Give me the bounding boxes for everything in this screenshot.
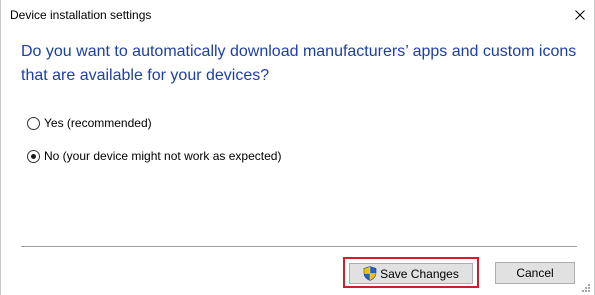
resize-grip-icon[interactable] (579, 284, 591, 293)
option-yes-label[interactable]: Yes (recommended) (44, 116, 152, 130)
question-line-1: Do you want to automatically download ma… (21, 43, 577, 60)
main-question: Do you want to automatically download ma… (21, 40, 581, 88)
cancel-button[interactable]: Cancel (495, 262, 575, 284)
option-yes[interactable]: Yes (recommended) (27, 115, 152, 131)
question-line-2: that are available for your devices? (21, 67, 270, 84)
window-title: Device installation settings (10, 8, 152, 22)
footer-divider (21, 246, 577, 247)
close-button[interactable] (564, 0, 595, 30)
radio-no[interactable] (27, 149, 40, 163)
dialog-window: Device installation settings Do you want… (0, 0, 595, 295)
radio-yes[interactable] (27, 116, 40, 130)
option-no-label[interactable]: No (your device might not work as expect… (44, 149, 281, 163)
option-no[interactable]: No (your device might not work as expect… (27, 148, 281, 164)
cancel-label: Cancel (516, 266, 554, 280)
highlight-box (343, 257, 479, 288)
close-icon (575, 10, 585, 20)
